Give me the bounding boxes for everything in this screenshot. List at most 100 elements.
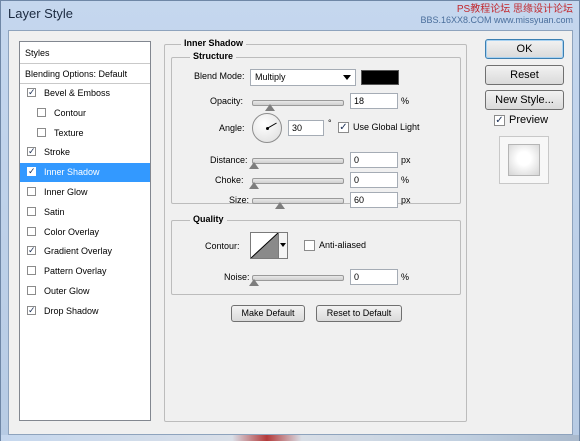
style-label: Inner Glow xyxy=(44,187,88,197)
checkbox-inner-shadow[interactable]: ✓ xyxy=(27,167,36,176)
size-input[interactable]: 60 xyxy=(350,192,398,208)
checkbox-stroke[interactable]: ✓ xyxy=(27,147,36,156)
noise-unit: % xyxy=(401,272,410,282)
use-global-light-label: Use Global Light xyxy=(353,122,420,132)
style-item-texture[interactable]: Texture xyxy=(20,124,150,143)
noise-label: Noise: xyxy=(224,272,250,282)
style-item-bevel-emboss[interactable]: ✓ Bevel & Emboss xyxy=(20,84,150,103)
style-item-inner-glow[interactable]: Inner Glow xyxy=(20,183,150,202)
opacity-input[interactable]: 18 xyxy=(350,93,398,109)
opacity-slider-thumb[interactable] xyxy=(265,104,275,111)
style-label: Drop Shadow xyxy=(44,306,99,316)
choke-slider[interactable] xyxy=(249,178,344,189)
checkbox-inner-glow[interactable] xyxy=(27,187,36,196)
choke-label: Choke: xyxy=(215,175,244,185)
make-default-button[interactable]: Make Default xyxy=(231,305,305,322)
dialog-client-area: Styles Blending Options: Default ✓ Bevel… xyxy=(8,30,573,435)
preview-checkbox[interactable]: ✓ xyxy=(494,115,505,126)
choke-input[interactable]: 0 xyxy=(350,172,398,188)
blend-mode-select[interactable]: Multiply xyxy=(250,69,356,86)
style-item-satin[interactable]: Satin xyxy=(20,203,150,222)
size-slider[interactable] xyxy=(252,198,344,209)
anti-aliased-label: Anti-aliased xyxy=(319,240,367,250)
style-label: Color Overlay xyxy=(44,227,100,237)
checkbox-color-overlay[interactable] xyxy=(27,227,36,236)
distance-unit: px xyxy=(401,155,411,165)
anti-aliased-checkbox[interactable] xyxy=(304,240,315,251)
style-label: Pattern Overlay xyxy=(44,266,107,276)
opacity-unit: % xyxy=(401,96,410,106)
checkbox-texture[interactable] xyxy=(37,128,46,137)
preview-thumbnail xyxy=(508,144,540,176)
blend-mode-label: Blend Mode: xyxy=(194,71,245,81)
style-label: Gradient Overlay xyxy=(44,246,113,256)
style-label: Inner Shadow xyxy=(44,167,100,177)
blending-options-item[interactable]: Blending Options: Default xyxy=(20,64,150,84)
preview-thumbnail-frame xyxy=(499,136,549,184)
style-label: Stroke xyxy=(44,147,71,157)
checkbox-satin[interactable] xyxy=(27,207,36,216)
distance-input[interactable]: 0 xyxy=(350,152,398,168)
title-bar: Layer Style PS教程论坛 思缘设计论坛 BBS.16XX8.COM … xyxy=(1,1,579,29)
use-global-light-checkbox[interactable]: ✓ xyxy=(338,122,349,133)
style-label: Contour xyxy=(54,108,87,118)
distance-slider[interactable] xyxy=(249,158,344,169)
opacity-label: Opacity: xyxy=(210,96,244,106)
quality-title: Quality xyxy=(190,214,227,224)
choke-slider-thumb[interactable] xyxy=(249,182,259,189)
noise-slider[interactable] xyxy=(249,275,344,286)
style-item-contour[interactable]: Contour xyxy=(20,104,150,123)
styles-list: Styles Blending Options: Default ✓ Bevel… xyxy=(19,41,151,421)
style-item-stroke[interactable]: ✓ Stroke xyxy=(20,143,150,162)
style-item-pattern-overlay[interactable]: Pattern Overlay xyxy=(20,262,150,281)
watermark: PS教程论坛 思缘设计论坛 BBS.16XX8.COM www.missyuan… xyxy=(420,4,573,26)
angle-input[interactable]: 30 xyxy=(288,120,324,136)
style-item-color-overlay[interactable]: Color Overlay xyxy=(20,223,150,242)
opacity-slider[interactable] xyxy=(252,100,344,111)
new-style-button[interactable]: New Style... xyxy=(485,90,564,110)
shadow-color-swatch[interactable] xyxy=(361,70,399,85)
watermark-line-1: PS教程论坛 思缘设计论坛 xyxy=(456,4,573,15)
styles-header[interactable]: Styles xyxy=(20,42,150,64)
contour-label: Contour: xyxy=(205,241,240,251)
inner-shadow-panel: Inner Shadow Structure Blend Mode: Multi… xyxy=(164,38,467,422)
style-item-gradient-overlay[interactable]: ✓ Gradient Overlay xyxy=(20,242,150,261)
reset-button[interactable]: Reset xyxy=(485,65,564,85)
contour-picker[interactable] xyxy=(250,232,279,259)
angle-dial[interactable] xyxy=(252,113,282,143)
ok-button[interactable]: OK xyxy=(485,39,564,59)
choke-unit: % xyxy=(401,175,410,185)
angle-label: Angle: xyxy=(219,123,245,133)
watermark-line-2: BBS.16XX8.COM www.missyuan.com xyxy=(420,15,573,25)
angle-unit: ° xyxy=(328,118,332,128)
style-label: Satin xyxy=(44,207,65,217)
checkbox-contour[interactable] xyxy=(37,108,46,117)
angle-dial-center xyxy=(266,127,269,130)
checkbox-gradient-overlay[interactable]: ✓ xyxy=(27,246,36,255)
preview-label: Preview xyxy=(509,114,549,126)
size-slider-thumb[interactable] xyxy=(275,202,285,209)
window-title: Layer Style xyxy=(8,6,74,21)
contour-dropdown-arrow[interactable] xyxy=(279,232,288,259)
checkbox-bevel-emboss[interactable]: ✓ xyxy=(27,88,36,97)
noise-input[interactable]: 0 xyxy=(350,269,398,285)
reset-to-default-button[interactable]: Reset to Default xyxy=(316,305,402,322)
inner-shadow-title: Inner Shadow xyxy=(181,38,247,48)
style-item-drop-shadow[interactable]: ✓ Drop Shadow xyxy=(20,302,150,321)
checkbox-outer-glow[interactable] xyxy=(27,286,36,295)
layer-style-dialog: Layer Style PS教程论坛 思缘设计论坛 BBS.16XX8.COM … xyxy=(0,0,580,441)
quality-group: Quality Contour: Anti-aliased Noise: 0 % xyxy=(171,214,461,295)
structure-title: Structure xyxy=(190,51,237,61)
style-item-outer-glow[interactable]: Outer Glow xyxy=(20,282,150,301)
style-label: Outer Glow xyxy=(44,286,90,296)
style-item-inner-shadow[interactable]: ✓ Inner Shadow xyxy=(20,163,150,182)
checkbox-drop-shadow[interactable]: ✓ xyxy=(27,306,36,315)
background-strip xyxy=(1,435,579,441)
checkbox-pattern-overlay[interactable] xyxy=(27,266,36,275)
structure-group: Structure Blend Mode: Multiply Opacity: … xyxy=(171,51,461,209)
noise-slider-thumb[interactable] xyxy=(249,279,259,286)
distance-label: Distance: xyxy=(210,155,248,165)
contour-curve-icon xyxy=(251,233,278,258)
distance-slider-thumb[interactable] xyxy=(249,162,259,169)
style-label: Texture xyxy=(54,128,84,138)
